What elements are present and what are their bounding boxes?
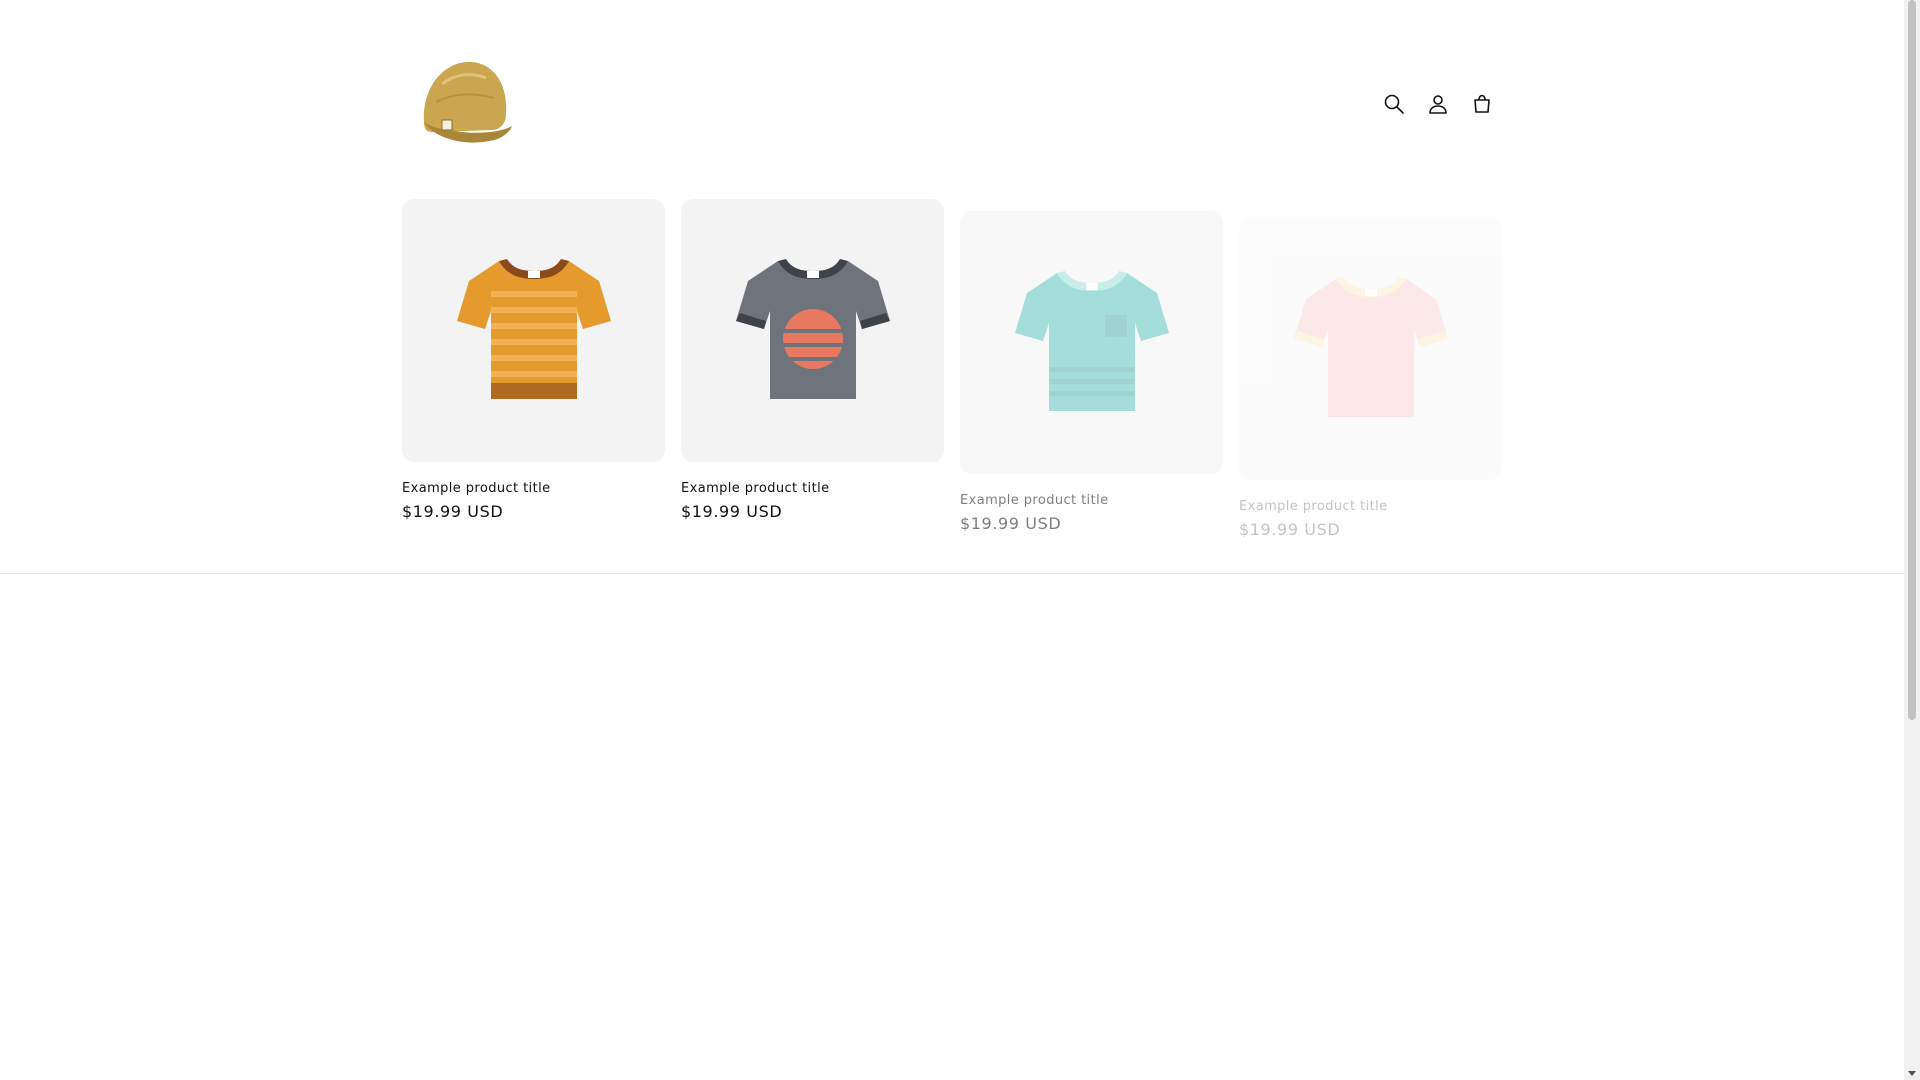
product-card[interactable]: Example product title $19.99 USD xyxy=(960,211,1223,535)
product-card[interactable]: Example product title $19.99 USD xyxy=(1239,217,1502,541)
search-icon xyxy=(1384,94,1404,114)
product-title[interactable]: Example product title xyxy=(681,480,944,498)
product-card[interactable]: Example product title $19.99 USD xyxy=(402,199,665,523)
product-image[interactable] xyxy=(960,211,1223,474)
cart-button[interactable] xyxy=(1462,82,1502,126)
page-scrollbar[interactable] xyxy=(1904,0,1920,1080)
page: Example product title $19.99 USD Example… xyxy=(0,0,1904,1080)
account-icon xyxy=(1429,95,1447,114)
scroll-down-arrow-icon[interactable] xyxy=(1908,1071,1916,1076)
tshirt-gray-sunset-image xyxy=(735,258,890,399)
product-title[interactable]: Example product title xyxy=(960,492,1223,510)
tshirt-orange-striped-image xyxy=(456,258,611,399)
tshirt-pink-image xyxy=(1293,276,1448,417)
product-price: $19.99 USD xyxy=(1239,520,1341,539)
store-logo[interactable] xyxy=(402,44,522,164)
product-title[interactable]: Example product title xyxy=(402,480,665,498)
cap-logo-image xyxy=(423,61,512,143)
product-image[interactable] xyxy=(1239,217,1502,480)
product-title[interactable]: Example product title xyxy=(1239,498,1502,516)
cart-icon xyxy=(1474,94,1490,113)
product-card[interactable]: Example product title $19.99 USD xyxy=(681,199,944,523)
product-price: $19.99 USD xyxy=(402,502,504,521)
product-grid: Example product title $19.99 USD Example… xyxy=(402,199,1502,539)
search-button[interactable] xyxy=(1374,82,1414,126)
section-divider xyxy=(0,573,1904,574)
product-image[interactable] xyxy=(681,199,944,462)
site-header xyxy=(0,0,1904,190)
product-price: $19.99 USD xyxy=(960,514,1062,533)
scrollbar-thumb[interactable] xyxy=(1908,0,1916,720)
product-image[interactable] xyxy=(402,199,665,462)
product-price: $19.99 USD xyxy=(681,502,783,521)
header-icons xyxy=(1374,82,1502,126)
account-button[interactable] xyxy=(1418,82,1458,126)
tshirt-teal-pocket-image xyxy=(1014,270,1169,411)
